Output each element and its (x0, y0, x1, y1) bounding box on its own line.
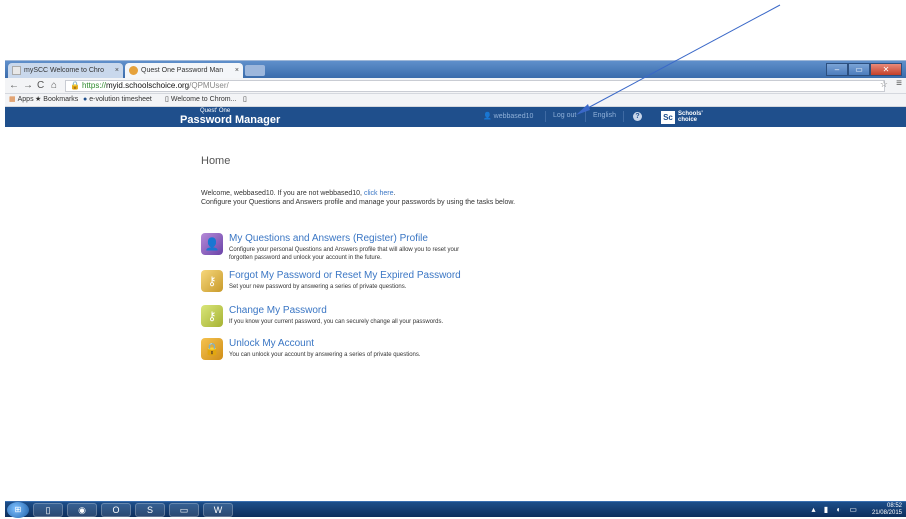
close-button[interactable]: ✕ (870, 63, 902, 76)
home-icon[interactable]: ⌂ (51, 79, 57, 93)
window-controls: – ▭ ✕ (826, 63, 902, 76)
task-description-line: If you know your current password, you c… (229, 319, 444, 325)
bookmark-apps[interactable]: ▦ Apps (9, 94, 34, 106)
bookmark-label: Apps (17, 96, 34, 103)
chrome-icon[interactable]: ◉ (67, 503, 97, 517)
divider (585, 111, 586, 122)
task-description-line: forgotten password and unlock your accou… (229, 255, 382, 261)
bookmark-evolution[interactable]: ● e-volution timesheet (83, 94, 152, 106)
bookmark-blank[interactable]: ▯ (243, 94, 249, 106)
logo-text-line-2: choice (678, 117, 698, 123)
e-icon: ● (83, 96, 88, 103)
task-description-line: Set your new password by answering a ser… (229, 284, 407, 290)
divider (545, 111, 546, 122)
main-content: Home Welcome, webbased10. If you are not… (5, 127, 906, 501)
tab-close-icon[interactable]: × (115, 63, 119, 78)
task-questions-answers-profile[interactable]: 👤 My Questions and Answers (Register) Pr… (201, 233, 621, 261)
apps-grid-icon: ▦ (9, 96, 16, 103)
tab-password-manager[interactable]: Quest One Password Man × (125, 63, 243, 78)
task-description: Set your new password by answering a ser… (229, 283, 406, 291)
task-title[interactable]: Forgot My Password or Reset My Expired P… (229, 270, 461, 281)
url-host: myid.schoolschoice.org (105, 81, 190, 90)
task-description: If you know your current password, you c… (229, 318, 443, 326)
address-bar: ← → C ⌂ 🔒 https://myid.schoolschoice.org/… (5, 78, 906, 94)
tab-strip: mySCC Welcome to Chro × Quest One Passwo… (5, 61, 906, 78)
bookmarks-bar: ▦ Apps ★ Bookmarks ● e-volution timesheet ▯… (5, 94, 906, 107)
tab-myscc[interactable]: mySCC Welcome to Chro × (8, 63, 123, 78)
task-forgot-password[interactable]: ⚷ Forgot My Password or Reset My Expired… (201, 270, 621, 298)
forward-arrow-icon[interactable]: → (23, 79, 33, 93)
welcome-instructions: Configure your Questions and Answers pro… (201, 199, 516, 206)
task-description: Configure your personal Questions and An… (229, 246, 459, 262)
bookmark-bookmarks[interactable]: ★ Bookmarks (35, 94, 78, 106)
click-here-link[interactable]: click here (364, 190, 394, 197)
site-header: Quest' One Password Manager 👤 webbased10… (5, 107, 906, 127)
url-input[interactable]: 🔒 https://myid.schoolschoice.org/QPMUser/ (65, 80, 885, 92)
quest-logo-icon (129, 66, 138, 75)
star-icon: ★ (35, 96, 42, 103)
maximize-button[interactable]: ▭ (848, 63, 870, 76)
lock-icon: 🔒 (70, 81, 80, 90)
schools-choice-logo: Sc Schools' choice (661, 110, 703, 124)
page-title: Home (201, 155, 231, 167)
url-path: /QPMUser/ (189, 81, 229, 90)
clock-date: 21/08/2015 (871, 510, 902, 516)
task-title[interactable]: Change My Password (229, 305, 327, 316)
screenshot-page: mySCC Welcome to Chro × Quest One Passwo… (0, 0, 906, 519)
bookmark-label: Welcome to Chrom... (170, 96, 237, 103)
task-description-line: You can unlock your account by answering… (229, 352, 421, 358)
tray-icons[interactable]: ▴ ▮ ◐ ▭ (812, 505, 860, 514)
welcome-text: Welcome, webbased10. If you are not webb… (201, 189, 515, 207)
explorer-icon[interactable]: ▯ (33, 503, 63, 517)
url-scheme: https:// (81, 81, 106, 90)
user-icon: 👤 (483, 113, 492, 120)
skype-icon[interactable]: S (135, 503, 165, 517)
page-icon (12, 66, 21, 75)
clock-time: 08:52 (886, 503, 902, 509)
folder-icon[interactable]: ▭ (169, 503, 199, 517)
brand-title: Password Manager (180, 114, 281, 126)
tab-label: Quest One Password Man (141, 67, 224, 74)
language-selector[interactable]: English (593, 112, 616, 119)
minimize-button[interactable]: – (826, 63, 848, 76)
task-title[interactable]: My Questions and Answers (Register) Prof… (229, 233, 428, 244)
logo-mark: Sc (661, 110, 675, 124)
key-change-icon: ⚷ (201, 305, 223, 327)
word-icon[interactable]: W (203, 503, 233, 517)
bookmark-label: e-volution timesheet (89, 96, 152, 103)
username: webbased10 (493, 113, 534, 120)
user-menu[interactable]: 👤 webbased10 (483, 112, 533, 120)
bookmark-label: Bookmarks (43, 96, 79, 103)
bookmark-star-icon[interactable]: ☆ (880, 79, 888, 90)
bookmark-welcome-chrome[interactable]: ▯ Welcome to Chrom... (165, 94, 236, 106)
browser-window: mySCC Welcome to Chro × Quest One Passwo… (5, 60, 906, 518)
tab-close-icon[interactable]: × (235, 63, 239, 78)
padlock-icon: 🔒 (201, 338, 223, 360)
page-icon: ▯ (243, 96, 247, 103)
back-arrow-icon[interactable]: ← (9, 79, 19, 93)
page-icon: ▯ (165, 96, 169, 103)
help-icon[interactable]: ? (633, 112, 642, 121)
welcome-prefix: Welcome, webbased10. If you are not webb… (201, 190, 362, 197)
reload-icon[interactable]: C (37, 79, 44, 93)
logo-text: Schools' choice (678, 111, 703, 123)
start-button[interactable]: ⊞ (7, 502, 29, 518)
menu-icon[interactable]: ≡ (896, 78, 902, 89)
task-description: You can unlock your account by answering… (229, 351, 421, 359)
user-profile-icon: 👤 (201, 233, 223, 255)
task-title[interactable]: Unlock My Account (229, 338, 314, 349)
task-change-password[interactable]: ⚷ Change My Password If you know your cu… (201, 305, 621, 333)
outlook-icon[interactable]: O (101, 503, 131, 517)
logout-link[interactable]: Log out (553, 112, 576, 119)
windows-taskbar: ⊞ ▯ ◉ O S ▭ W ▴ ▮ ◐ ▭ 08:52 21/08/2015 (5, 501, 906, 518)
task-unlock-account[interactable]: 🔒 Unlock My Account You can unlock your … (201, 338, 621, 366)
brand[interactable]: Quest' One Password Manager (180, 108, 280, 126)
task-description-line: Configure your personal Questions and An… (229, 247, 460, 253)
divider (623, 111, 624, 122)
new-tab-button[interactable] (245, 65, 265, 76)
tab-label: mySCC Welcome to Chro (24, 67, 105, 74)
welcome-suffix: . (393, 190, 396, 197)
clock[interactable]: 08:52 21/08/2015 (872, 503, 902, 517)
keys-icon: ⚷ (201, 270, 223, 292)
